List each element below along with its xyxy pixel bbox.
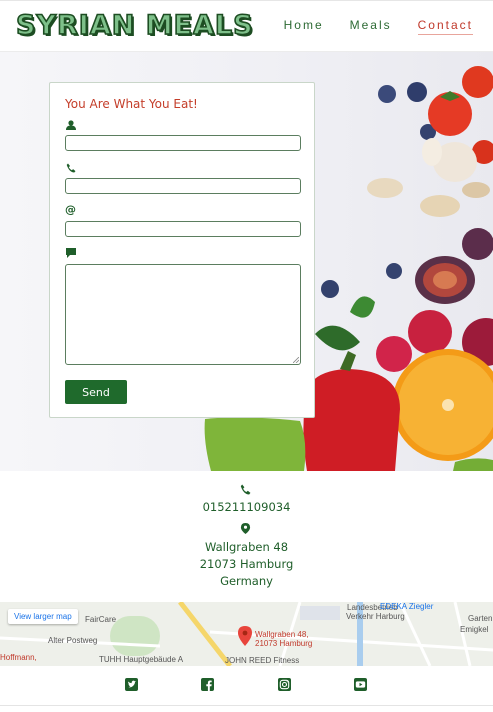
map-label: EDEKA Ziegler [380,602,434,611]
map-label: Verkehr Harburg [346,612,405,621]
phone-icon [66,163,76,173]
facebook-icon[interactable] [201,678,214,691]
name-input[interactable] [65,135,301,151]
map-pin-label: Wallgraben 48, 21073 Hamburg [255,630,312,648]
phone-input[interactable] [65,178,301,194]
main-nav: Home Meals Contact [284,18,473,35]
email-input[interactable] [65,221,301,237]
phone-number[interactable]: 015211109034 [0,500,493,514]
phone-icon [240,484,251,495]
contact-info: 015211109034 Wallgraben 48 21073 Hamburg… [0,471,493,601]
map-label: JOHN REED Fitness [225,656,300,665]
location-pin-icon [240,523,251,534]
map-pin-label-line-1: Wallgraben 48, [255,630,309,639]
instagram-icon[interactable] [278,678,291,691]
address-line-1: Wallgraben 48 [204,540,289,554]
site-footer [0,666,493,706]
view-larger-map-link[interactable]: View larger map [8,609,78,624]
message-textarea[interactable] [65,264,301,365]
map-pin-label-line-2: 21073 Hamburg [255,639,313,648]
youtube-icon[interactable] [354,678,367,691]
map-label: Alter Postweg [48,636,98,645]
nav-contact[interactable]: Contact [417,18,473,35]
contact-form-card: You Are What You Eat! @ Send [49,82,315,418]
map-label: Garten [468,614,493,623]
map-pin-icon[interactable] [238,626,252,646]
comment-icon [66,248,76,258]
send-button[interactable]: Send [65,380,127,404]
site-header: SYRIAN MEALS Home Meals Contact [0,0,493,52]
nav-home[interactable]: Home [284,18,324,35]
form-title: You Are What You Eat! [65,97,198,111]
map-label: Emigkel [460,625,489,634]
at-icon: @ [65,203,76,216]
user-icon [66,120,76,130]
location-map[interactable]: View larger map FairCare Alter Postweg H… [0,602,493,666]
twitter-icon[interactable] [125,678,138,691]
map-label: FairCare [85,615,117,624]
map-label: TUHH Hauptgebäude A [99,655,184,664]
resize-grip-icon[interactable] [293,357,299,363]
map-label: Hoffmann, [0,653,37,662]
hero-background: You Are What You Eat! @ Send [0,52,493,471]
address-country: Germany [220,574,273,588]
address-line-2: 21073 Hamburg [199,557,294,571]
nav-meals[interactable]: Meals [350,18,392,35]
site-logo[interactable]: SYRIAN MEALS [15,9,254,42]
